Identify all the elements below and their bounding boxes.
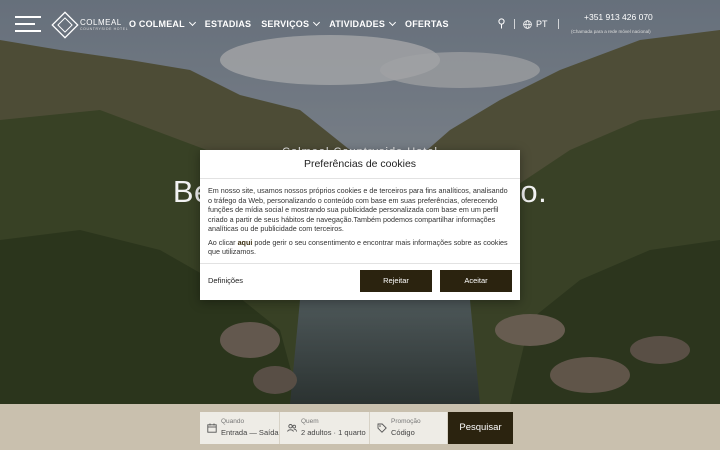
logo-subtitle: COUNTRYSIDE HOTEL: [80, 27, 129, 31]
field-value: Entrada — Saída: [221, 428, 279, 437]
nav-label: ESTADIAS: [204, 19, 252, 29]
nav-label: SERVIÇOS: [261, 19, 310, 29]
modal-title: Preferências de cookies: [303, 158, 417, 170]
tag-icon: [377, 423, 387, 433]
hamburger-menu-icon[interactable]: [15, 14, 41, 34]
nav-item-servicos[interactable]: SERVIÇOS: [261, 18, 321, 29]
people-icon: [287, 424, 297, 432]
modal-body: Em nosso site, usamos nossos próprios co…: [208, 186, 512, 257]
nav-label: O COLMEAL: [129, 19, 185, 29]
divider: [200, 178, 520, 179]
settings-link[interactable]: Definições: [208, 276, 243, 285]
divider: [200, 263, 520, 264]
nav-item-o-colmeal[interactable]: O COLMEAL: [129, 18, 196, 29]
text-suffix: pode gerir o seu consentimento e encontr…: [208, 237, 508, 257]
nav-label: ATIVIDADES: [329, 19, 386, 29]
nav-item-atividades[interactable]: ATIVIDADES: [329, 18, 397, 29]
guests-field[interactable]: Quem 2 adultos · 1 quarto: [280, 412, 370, 444]
field-value: 2 adultos · 1 quarto: [301, 428, 366, 437]
phone-number[interactable]: +351 913 426 070: [584, 12, 653, 22]
search-button[interactable]: Pesquisar: [448, 412, 513, 444]
promo-field[interactable]: Promoção Código: [370, 412, 448, 444]
logo-diamond-icon: [51, 11, 79, 39]
reject-button[interactable]: Rejeitar: [360, 270, 432, 292]
booking-bar: Quando Entrada — Saída Quem 2 adultos · …: [0, 404, 720, 450]
field-label: Promoção: [391, 418, 421, 425]
chevron-down-icon: [388, 18, 397, 27]
nav-item-ofertas[interactable]: OFERTAS: [405, 19, 449, 29]
cookie-consent-modal: Preferências de cookies Em nosso site, u…: [200, 150, 520, 300]
phone-note: (Chamada para a rede móvel nacional): [571, 29, 651, 34]
dates-field[interactable]: Quando Entrada — Saída: [200, 412, 280, 444]
field-value: Código: [391, 428, 415, 437]
language-label: PT: [536, 19, 548, 29]
calendar-icon: [207, 423, 217, 433]
cookie-manage-text: Ao clicar aqui pode gerir o seu consenti…: [208, 238, 512, 257]
accept-button[interactable]: Aceitar: [440, 270, 512, 292]
field-label: Quando: [221, 418, 245, 425]
text-prefix: Ao clicar: [208, 237, 238, 247]
logo-wordmark: COLMEAL: [80, 18, 122, 27]
field-label: Quem: [301, 418, 319, 425]
nav-item-estadias[interactable]: ESTADIAS: [205, 19, 251, 29]
chevron-down-icon: [188, 18, 196, 27]
nav-label: OFERTAS: [405, 19, 449, 29]
globe-icon: [523, 19, 532, 29]
location-pin-icon[interactable]: [497, 18, 506, 29]
divider: [514, 19, 515, 29]
chevron-down-icon: [313, 18, 321, 27]
language-selector[interactable]: PT: [523, 19, 548, 29]
main-nav: O COLMEAL ESTADIAS SERVIÇOS ATIVIDADES O…: [129, 18, 449, 29]
divider: [558, 19, 559, 29]
manage-consent-link[interactable]: aqui: [238, 238, 253, 247]
cookie-description: Em nosso site, usamos nossos próprios co…: [208, 186, 508, 233]
site-header: COLMEAL COUNTRYSIDE HOTEL O COLMEAL ESTA…: [0, 0, 720, 50]
